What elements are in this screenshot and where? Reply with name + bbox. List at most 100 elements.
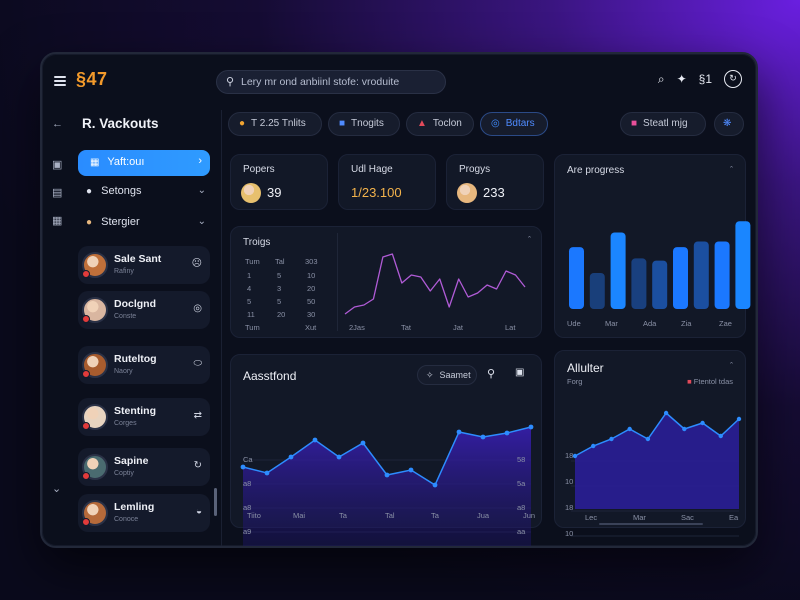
sidebar-scrollbar[interactable] bbox=[214, 488, 217, 516]
bar[interactable] bbox=[673, 247, 688, 309]
person-card[interactable]: Sale Sant Rafiny ☹ bbox=[78, 246, 210, 284]
file-icon[interactable]: ▦ bbox=[52, 214, 62, 227]
filter-pill[interactable]: ● T 2.25 Tnlits bbox=[228, 112, 322, 136]
action-icon[interactable]: ⬭ bbox=[193, 358, 202, 369]
data-point[interactable] bbox=[718, 433, 723, 439]
scrollbar[interactable] bbox=[599, 523, 703, 525]
action-icon[interactable]: ☹ bbox=[192, 258, 202, 269]
filter-triangle-icon: ▲ bbox=[417, 118, 427, 129]
profile-icon: ■ bbox=[631, 118, 638, 129]
bar[interactable] bbox=[714, 241, 730, 310]
x-tick: Ada bbox=[643, 319, 657, 328]
document-icon[interactable]: ▤ bbox=[52, 186, 62, 199]
data-point[interactable] bbox=[609, 436, 614, 442]
person-name: Sapine bbox=[114, 455, 149, 467]
y-tick: aa bbox=[517, 527, 526, 536]
x-tick: Tal bbox=[385, 511, 395, 520]
sidebar-item-settings[interactable]: ● Setongs ⌄ bbox=[86, 185, 206, 197]
person-sub: Coptiy bbox=[114, 470, 134, 477]
analytics-chart bbox=[240, 424, 534, 546]
y-tick: 18 bbox=[565, 451, 574, 460]
table-cell: 20 bbox=[277, 310, 286, 319]
bar[interactable] bbox=[569, 247, 584, 309]
analytics-card[interactable]: Aasstfond ✧ Saamet ⚲ ▣ Ca a8 a8 a9 58 5a a8 aa Ti… bbox=[230, 354, 542, 546]
stat-card-progys[interactable]: Progys 233 bbox=[446, 154, 544, 210]
data-point[interactable] bbox=[700, 420, 705, 426]
data-point[interactable] bbox=[645, 436, 651, 442]
search-input[interactable]: ⚲ Lery mr ond anbiinl stofe: vroduite bbox=[216, 70, 446, 94]
action-icon[interactable]: ◎ bbox=[193, 303, 202, 314]
progress-card[interactable]: Are progress ˆ Ude Mar Ada Zia Zae bbox=[554, 154, 751, 338]
folder-icon[interactable]: ▣ bbox=[52, 158, 62, 171]
person-card[interactable]: Doclgnd Conste ◎ bbox=[78, 291, 210, 329]
person-name: Doclgnd bbox=[114, 298, 156, 310]
action-icon[interactable]: ⇄ bbox=[194, 410, 202, 421]
filter-pill[interactable]: ▲ Toclon bbox=[406, 112, 474, 136]
notification-badge[interactable]: §1 bbox=[699, 72, 712, 86]
users-icon: ● bbox=[86, 186, 93, 197]
filter-label: Tnogits bbox=[351, 118, 384, 129]
status-dot bbox=[82, 518, 90, 526]
bar[interactable] bbox=[693, 241, 709, 310]
stat-card-popers[interactable]: Popers 39 bbox=[230, 154, 328, 210]
data-point[interactable] bbox=[312, 437, 318, 443]
filter-label: T 2.25 Tnlits bbox=[251, 118, 306, 129]
app-logo[interactable]: §47 bbox=[76, 69, 108, 90]
data-point[interactable] bbox=[480, 434, 486, 440]
person-name: Lemling bbox=[114, 501, 155, 513]
data-point[interactable] bbox=[336, 454, 342, 460]
data-point[interactable] bbox=[572, 453, 578, 459]
y-tick: 18 bbox=[565, 503, 574, 512]
sidebar-item-active[interactable]: ▦ Yaft:ouı › bbox=[78, 150, 210, 176]
chevron-down-icon[interactable]: ⌄ bbox=[52, 482, 61, 495]
data-point[interactable] bbox=[591, 443, 596, 449]
globe-button[interactable]: ❋ bbox=[714, 112, 744, 136]
device-frame: §47 ⚲ Lery mr ond anbiinl stofe: vroduit… bbox=[40, 52, 758, 548]
bar[interactable] bbox=[631, 258, 647, 309]
sidebar-item-stergier[interactable]: ● Stergier ⌄ bbox=[86, 216, 206, 228]
menu-icon[interactable] bbox=[54, 76, 66, 86]
filter-pill[interactable]: ■ Tnogits bbox=[328, 112, 400, 136]
bar[interactable] bbox=[589, 273, 605, 309]
alluter-card[interactable]: Allulter Forg ˆ ■ Ftentol tdas 18 10 18 10 L… bbox=[554, 350, 746, 538]
data-point[interactable] bbox=[736, 416, 742, 422]
progress-chart bbox=[569, 221, 751, 310]
x-tick: Tat bbox=[401, 323, 412, 332]
data-point[interactable] bbox=[663, 410, 669, 416]
data-point[interactable] bbox=[456, 429, 462, 435]
data-point[interactable] bbox=[627, 426, 632, 432]
bar[interactable] bbox=[735, 221, 751, 309]
person-card[interactable]: Sapine Coptiy ↻ bbox=[78, 448, 210, 486]
filter-ring-icon: ◎ bbox=[491, 118, 500, 129]
data-point[interactable] bbox=[384, 472, 390, 478]
data-point[interactable] bbox=[408, 467, 414, 473]
action-icon[interactable]: ◒ bbox=[196, 506, 202, 517]
person-card[interactable]: Stenting Corges ⇄ bbox=[78, 398, 210, 436]
top-bar: §47 ⚲ Lery mr ond anbiinl stofe: vroduit… bbox=[42, 54, 756, 110]
trends-card[interactable]: Troigs ˆ Tum Tal 303 1 5 10 4 3 20 5 5 50 11 20 30 Tum X… bbox=[230, 226, 542, 338]
stat-card-udl-hage[interactable]: Udl Hage 1/23.100 bbox=[338, 154, 436, 210]
bar[interactable] bbox=[610, 232, 626, 310]
avatar bbox=[82, 404, 108, 430]
bar[interactable] bbox=[652, 260, 668, 309]
data-point[interactable] bbox=[264, 470, 270, 476]
avatar bbox=[457, 183, 477, 203]
settings-icon[interactable]: ✦ bbox=[677, 72, 687, 86]
data-point[interactable] bbox=[360, 440, 366, 446]
x-tick: Sac bbox=[681, 513, 694, 522]
person-card[interactable]: Lemling Conoce ◒ bbox=[78, 494, 210, 532]
back-icon[interactable]: ← bbox=[52, 118, 63, 130]
x-tick: Zia bbox=[681, 319, 692, 328]
search-icon[interactable]: ⌕ bbox=[658, 72, 665, 87]
data-point[interactable] bbox=[432, 482, 438, 488]
data-point[interactable] bbox=[504, 430, 510, 436]
filter-pill[interactable]: ◎ Bdtars bbox=[480, 112, 548, 136]
profile-button[interactable]: ■ Steatl mjg bbox=[620, 112, 706, 136]
data-point[interactable] bbox=[288, 454, 294, 460]
action-icon[interactable]: ↻ bbox=[194, 460, 202, 471]
person-card[interactable]: Ruteltog Naory ⬭ bbox=[78, 346, 210, 384]
refresh-icon[interactable]: ↻ bbox=[724, 70, 742, 88]
data-point[interactable] bbox=[528, 424, 534, 430]
data-point[interactable] bbox=[682, 426, 687, 432]
data-point[interactable] bbox=[240, 464, 246, 470]
